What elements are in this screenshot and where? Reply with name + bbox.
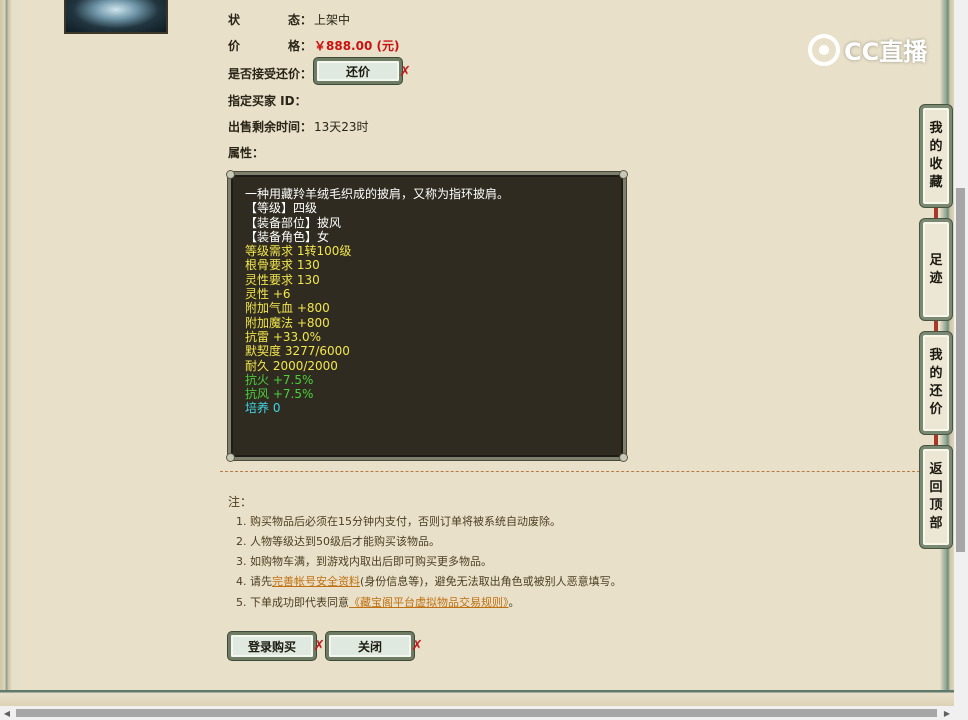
attribute-line: 培养 0 xyxy=(245,401,281,416)
login-buy-button[interactable]: 登录购买 ✗ xyxy=(228,632,325,660)
scroll-right-arrow-icon[interactable]: ▶ xyxy=(940,706,954,720)
status-label: 状态： xyxy=(228,13,313,27)
tab-my-offers-label: 我的还价 xyxy=(929,348,943,417)
tab-back-to-top-label: 返回顶部 xyxy=(929,462,943,531)
time-left-label: 出售剩余时间： xyxy=(228,120,313,134)
frame-bottom-border xyxy=(0,690,954,706)
account-security-link[interactable]: 完善帐号安全资料 xyxy=(272,575,360,588)
attribute-line: 根骨要求 130 xyxy=(245,258,320,273)
tab-footprints[interactable]: 足迹 xyxy=(920,219,952,320)
cc-live-watermark: CC直播 xyxy=(808,32,927,67)
tab-my-offers[interactable]: 我的还价 xyxy=(920,332,952,434)
trade-rules-link[interactable]: 《藏宝阁平台虚拟物品交易规则》 xyxy=(349,596,509,609)
attributes-label: 属性： xyxy=(228,146,265,160)
price-label: 价格： xyxy=(228,39,313,53)
close-mark-icon: ✗ xyxy=(399,64,411,80)
note-2: 2. 人物等级达到50级后才能购买该物品。 xyxy=(236,535,440,548)
corner-ornament xyxy=(226,453,235,462)
close-mark-icon: ✗ xyxy=(411,638,423,654)
tab-footprints-label: 足迹 xyxy=(929,252,943,286)
attribute-line: 耐久 2000/2000 xyxy=(245,358,338,373)
attribute-line: 抗风 +7.5% xyxy=(245,387,314,402)
price-value: ￥888.00 (元) xyxy=(314,39,400,53)
attribute-line: 灵性 +6 xyxy=(245,287,291,302)
frame-left-border xyxy=(0,0,20,706)
horizontal-scrollbar-thumb[interactable] xyxy=(16,709,937,717)
accept-offer-label: 是否接受还价： xyxy=(228,67,313,81)
buyer-id-label: 指定买家 ID： xyxy=(228,94,307,108)
notes-title: 注： xyxy=(228,495,253,509)
corner-ornament xyxy=(619,170,628,179)
login-buy-label: 登录购买 xyxy=(247,639,296,654)
attribute-line: 【装备部位】披风 xyxy=(245,215,342,230)
close-button-label: 关闭 xyxy=(357,639,382,654)
divider xyxy=(220,471,920,472)
item-thumbnail xyxy=(64,0,168,34)
note-3: 3. 如购物车满，到游戏内取出后即可购买更多物品。 xyxy=(236,555,492,568)
offer-button[interactable]: 还价 ✗ xyxy=(314,58,411,84)
attribute-line: 【等级】四级 xyxy=(245,201,318,216)
offer-button-label: 还价 xyxy=(345,64,370,79)
attribute-line: 默契度 3277/6000 xyxy=(245,344,350,359)
scroll-left-arrow-icon[interactable]: ◀ xyxy=(0,706,14,720)
attribute-lines: 一种用藏羚羊绒毛织成的披肩，又称为指环披肩。 【等级】四级 【装备部位】披风 【装备角… xyxy=(245,187,623,416)
attributes-panel: 一种用藏羚羊绒毛织成的披肩，又称为指环披肩。 【等级】四级 【装备部位】披风 【装备角… xyxy=(226,170,628,462)
close-mark-icon: ✗ xyxy=(313,638,325,654)
attribute-line: 等级需求 1转100级 xyxy=(245,244,352,259)
note-5: 5. 下单成功即代表同意《藏宝阁平台虚拟物品交易规则》。 xyxy=(236,596,520,609)
close-button[interactable]: 关闭 ✗ xyxy=(326,632,423,660)
tab-my-favorites[interactable]: 我的收藏 xyxy=(920,105,952,207)
note-4: 4. 请先完善帐号安全资料(身份信息等)，避免无法取出角色或被别人恶意填写。 xyxy=(236,575,622,588)
attribute-line: 【装备角色】女 xyxy=(245,229,330,244)
attribute-line: 抗雷 +33.0% xyxy=(245,329,321,344)
attribute-line: 附加气血 +800 xyxy=(245,301,330,316)
status-value: 上架中 xyxy=(314,13,351,27)
attribute-line: 抗火 +7.5% xyxy=(245,372,314,387)
attribute-line: 一种用藏羚羊绒毛织成的披肩，又称为指环披肩。 xyxy=(245,187,510,201)
vertical-scrollbar-thumb[interactable] xyxy=(956,188,965,552)
attribute-line: 附加魔法 +800 xyxy=(245,315,330,330)
time-left-value: 13天23时 xyxy=(314,120,369,134)
corner-ornament xyxy=(226,170,235,179)
tab-my-favorites-label: 我的收藏 xyxy=(929,121,943,190)
corner-ornament xyxy=(619,453,628,462)
attribute-line: 灵性要求 130 xyxy=(245,272,320,287)
note-1: 1. 购买物品后必须在15分钟内支付，否则订单将被系统自动废除。 xyxy=(236,515,561,528)
cc-logo-icon xyxy=(808,33,840,66)
tab-back-to-top[interactable]: 返回顶部 xyxy=(920,446,952,548)
